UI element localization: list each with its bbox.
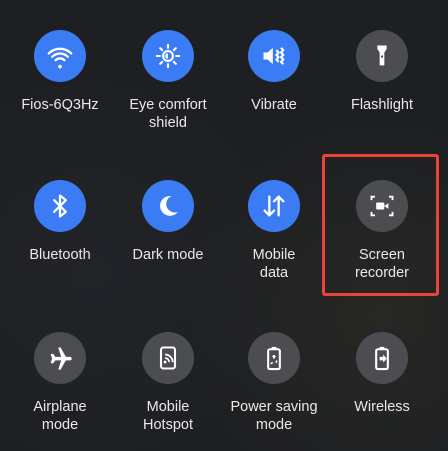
mobile-data-toggle[interactable] (248, 180, 300, 232)
tile-wifi[interactable]: Fios-6Q3Hz (4, 30, 116, 114)
bluetooth-icon (53, 194, 67, 218)
tile-label-wifi: Fios-6Q3Hz (21, 97, 99, 113)
tile-mobile-data[interactable]: Mobile data (218, 180, 330, 282)
tile-label-eye-comfort: Eye comfort shield (129, 97, 207, 131)
eye-comfort-icon (155, 43, 181, 69)
tile-vibrate[interactable]: Vibrate (218, 30, 330, 114)
tile-label-flashlight: Flashlight (350, 97, 414, 113)
airplane-icon (50, 347, 72, 370)
tile-airplane-mode[interactable]: Airplane mode (4, 332, 116, 434)
flashlight-toggle[interactable] (356, 30, 408, 82)
flashlight-icon (377, 45, 387, 66)
hotspot-icon (159, 346, 177, 370)
airplane-mode-toggle[interactable] (34, 332, 86, 384)
eye-comfort-toggle[interactable] (142, 30, 194, 82)
tile-mobile-hotspot[interactable]: Mobile Hotspot (112, 332, 224, 434)
tile-bluetooth[interactable]: Bluetooth (4, 180, 116, 264)
wifi-toggle[interactable] (34, 30, 86, 82)
tile-label-mobile-hotspot: Mobile Hotspot (143, 399, 193, 433)
tile-eye-comfort[interactable]: Eye comfort shield (112, 30, 224, 132)
tile-label-airplane-mode: Airplane mode (33, 399, 87, 433)
tile-label-vibrate: Vibrate (251, 97, 297, 113)
vibrate-icon (263, 47, 285, 65)
moon-icon (160, 195, 178, 216)
dark-mode-toggle[interactable] (142, 180, 194, 232)
wireless-share-icon (375, 346, 389, 371)
wireless-toggle[interactable] (356, 332, 408, 384)
wifi-icon (47, 47, 73, 69)
tile-label-power-saving: Power saving mode (230, 399, 318, 433)
tile-label-bluetooth: Bluetooth (29, 247, 91, 263)
tile-wireless[interactable]: Wireless (326, 332, 438, 416)
mobile-hotspot-toggle[interactable] (142, 332, 194, 384)
tile-flashlight[interactable]: Flashlight (326, 30, 438, 114)
tile-power-saving[interactable]: Power saving mode (218, 332, 330, 434)
power-saving-toggle[interactable] (248, 332, 300, 384)
quick-settings-panel: Fios-6Q3Hz Eye comfort shield Vibrate Fl… (0, 0, 448, 451)
tile-label-wireless: Wireless (354, 399, 410, 415)
vibrate-toggle[interactable] (248, 30, 300, 82)
highlight-box (322, 154, 439, 296)
mobile-data-icon (263, 195, 285, 217)
tile-label-mobile-data: Mobile data (252, 247, 296, 281)
power-saving-icon (267, 346, 281, 371)
tile-label-dark-mode: Dark mode (132, 247, 204, 263)
tile-dark-mode[interactable]: Dark mode (112, 180, 224, 264)
bluetooth-toggle[interactable] (34, 180, 86, 232)
